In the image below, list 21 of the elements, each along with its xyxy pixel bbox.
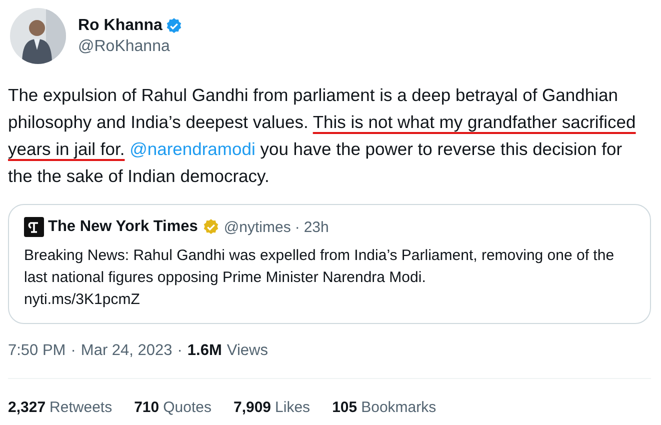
stat-link[interactable]: 710 Quotes — [134, 399, 212, 416]
tweet-date[interactable]: Mar 24, 2023 — [80, 342, 172, 360]
views-count: 1.6M — [187, 342, 222, 360]
separator-dot: · — [177, 342, 182, 360]
views-label: Views — [226, 342, 268, 360]
quoted-tweet-card[interactable]: The New York Times @nytimes · 23h Breaking News: Rahul Gandhi was expelled from India’s Parliament, removing one of the last national figures opposing Prime Minister Narendra Modi. nyti.ms/3K1pcmZ — [8, 204, 651, 324]
quoted-author-handle: @nytimes — [224, 218, 291, 236]
tweet-text: The expulsion of Rahul Gandhi from parliament is a deep betrayal of Gandhian philosophy and India’s deepest values. This is not what my grandfather sacrificed years in jail for. @narendramodi you have the power to reverse this decision for the the sake of Indian democracy. — [8, 84, 637, 188]
separator-dot: · — [294, 218, 300, 236]
tweet-time[interactable]: 7:50 PM — [8, 342, 66, 360]
quoted-tweet-age: 23h — [304, 218, 329, 236]
stat-link[interactable]: 105 Bookmarks — [332, 399, 436, 416]
stat-link[interactable]: 2,327 Retweets — [8, 399, 112, 416]
newspaper-logo-icon — [24, 217, 44, 237]
author-name[interactable]: Ro Khanna — [78, 16, 162, 34]
separator-dot: · — [70, 342, 76, 360]
quoted-tweet-text: Breaking News: Rahul Gandhi was expelled from India’s Parliament, removing one of the last national figures opposing Prime Minister Narendra Modi. — [24, 246, 616, 288]
quoted-tweet-link: nyti.ms/3K1pcmZ — [24, 290, 141, 310]
quoted-author-name: The New York Times — [48, 218, 198, 236]
stat-link[interactable]: 7,909 Likes — [233, 399, 310, 416]
author-handle[interactable]: @RoKhanna — [78, 38, 184, 56]
